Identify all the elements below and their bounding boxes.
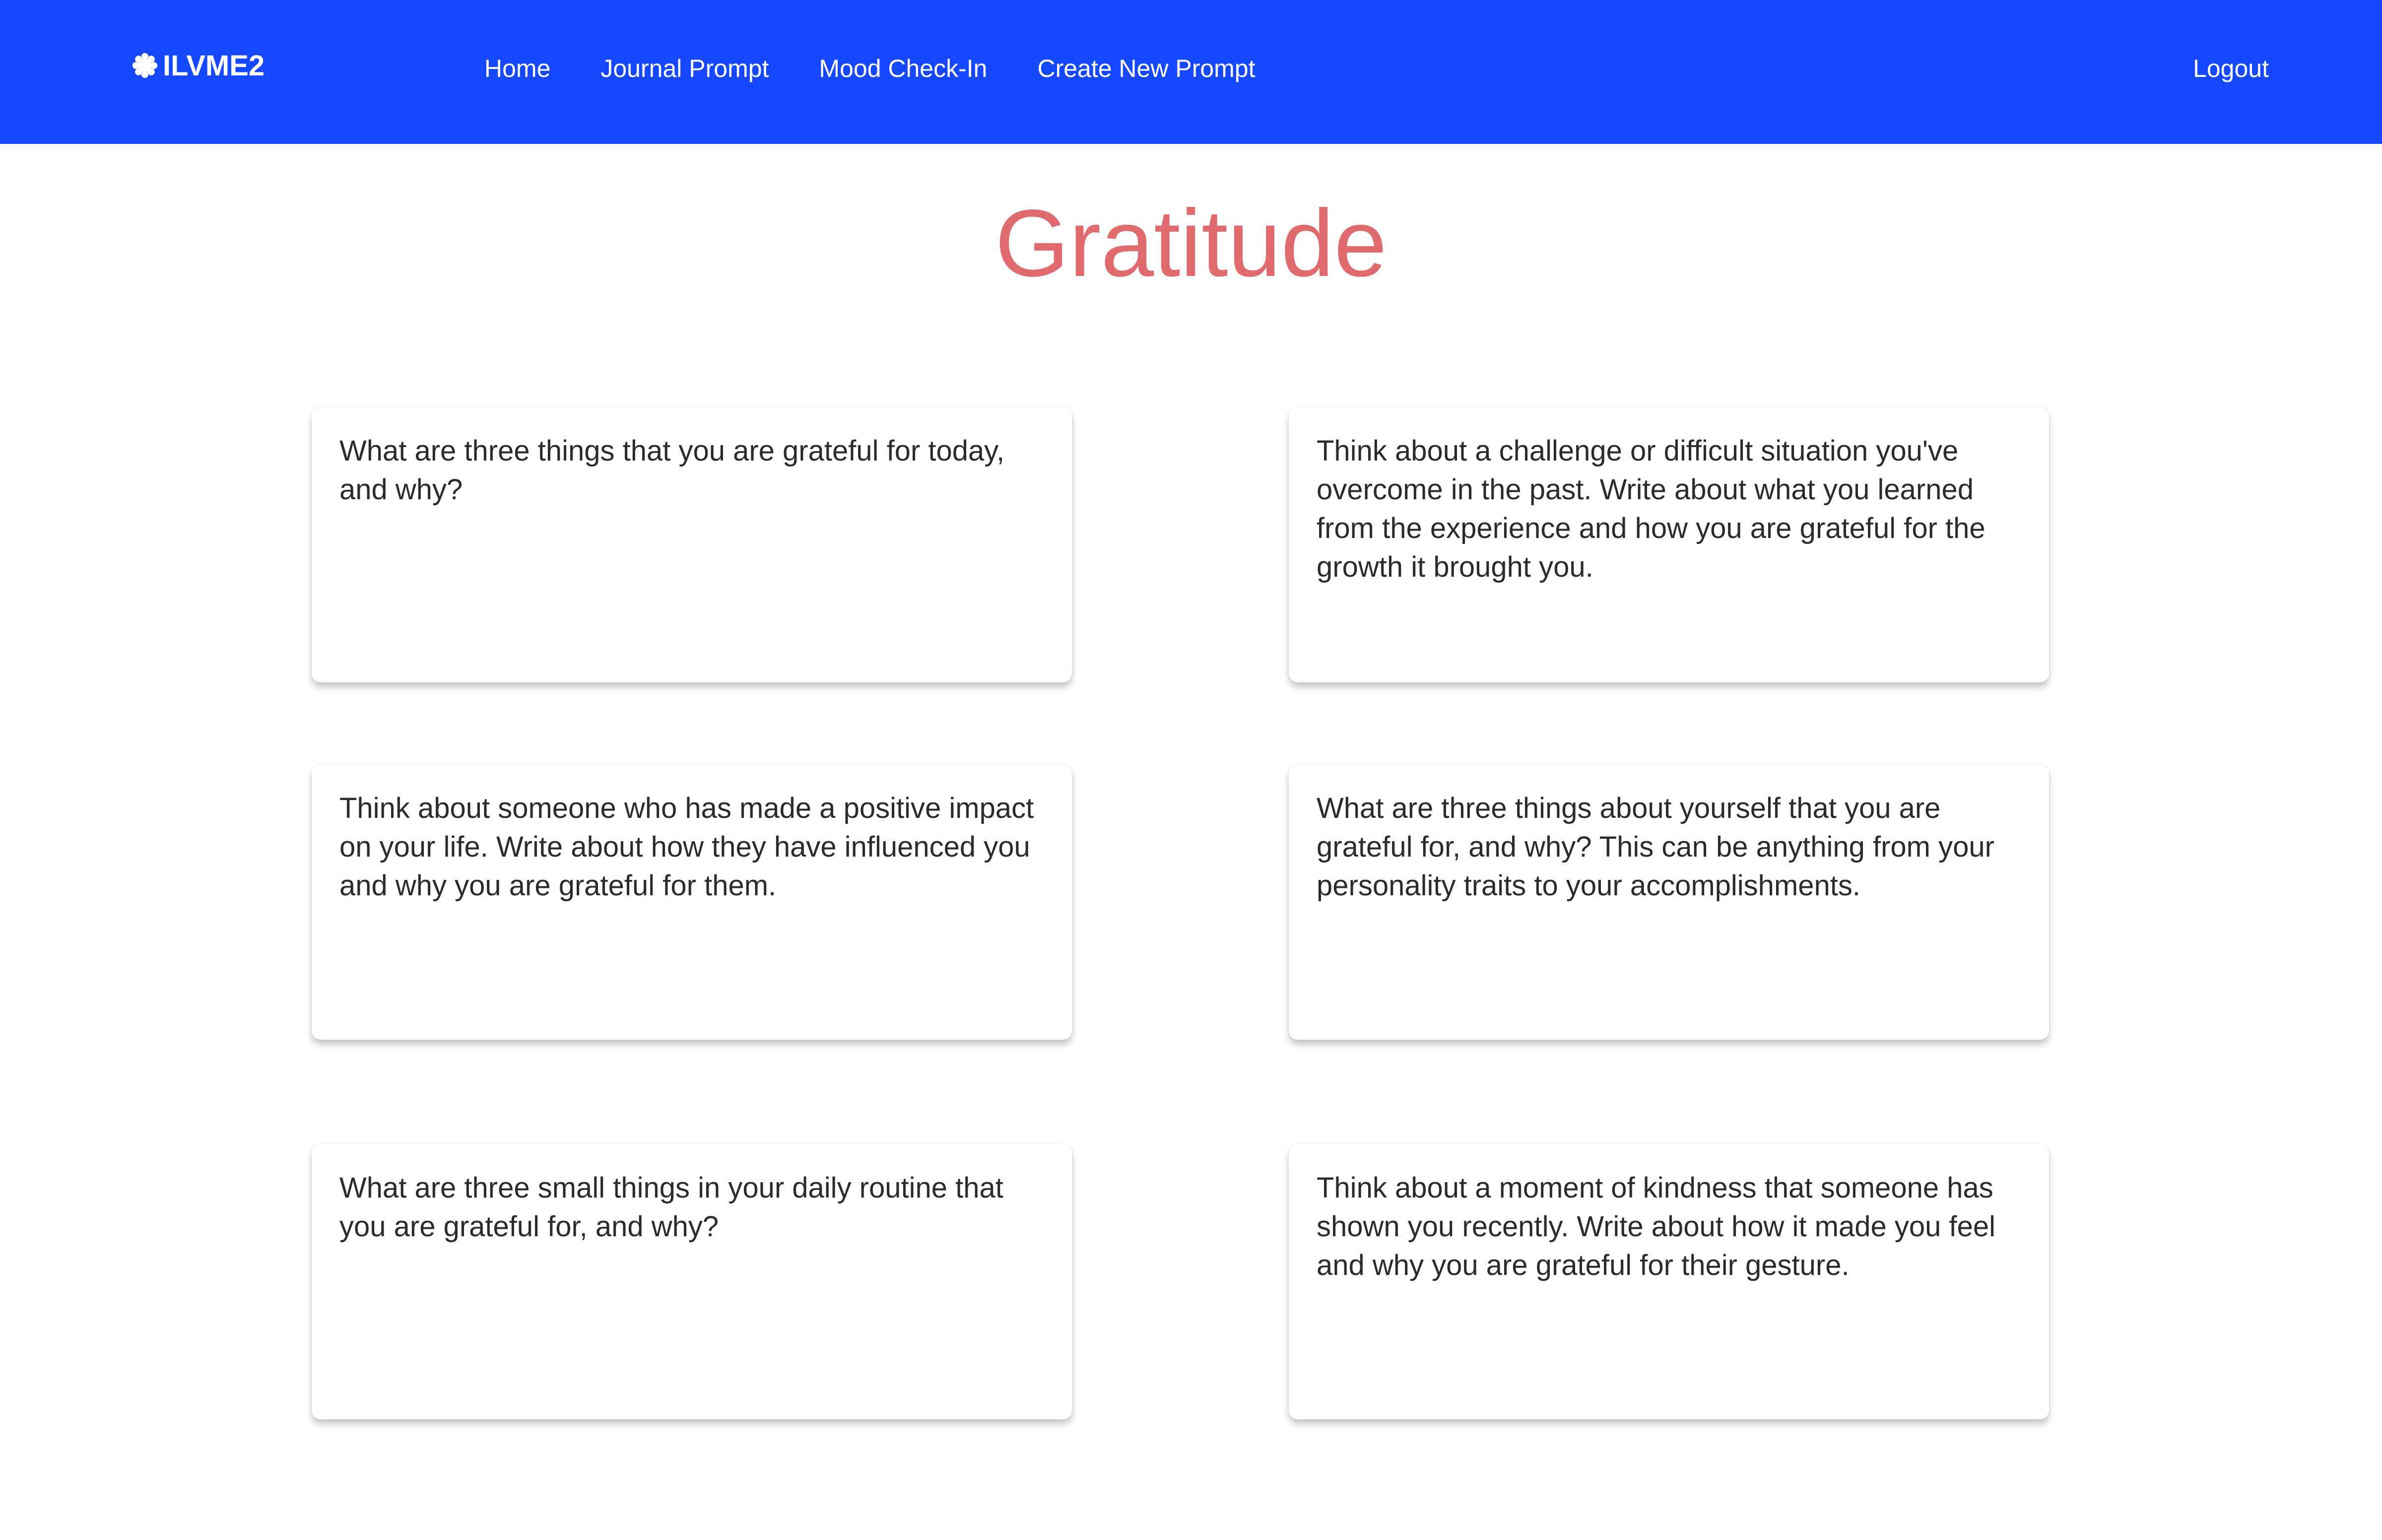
main-nav: Home Journal Prompt Mood Check-In Create…: [484, 51, 1256, 86]
prompt-card-5[interactable]: What are three small things in your dail…: [312, 1144, 1072, 1419]
prompt-text: What are three things about yourself tha…: [1317, 792, 1994, 902]
flower-icon: [132, 53, 158, 78]
prompt-text: Think about a moment of kindness that so…: [1317, 1172, 1996, 1281]
prompt-card-4[interactable]: What are three things about yourself tha…: [1289, 764, 2049, 1040]
nav-create-new-prompt[interactable]: Create New Prompt: [1037, 54, 1255, 83]
brand-logo-link[interactable]: ILVME2: [131, 46, 265, 85]
prompt-card-2[interactable]: Think about a challenge or difficult sit…: [1289, 407, 2049, 682]
logout-link[interactable]: Logout: [2193, 51, 2269, 86]
prompt-text: What are three small things in your dail…: [339, 1172, 1003, 1243]
nav-home[interactable]: Home: [484, 54, 550, 83]
nav-mood-check-in[interactable]: Mood Check-In: [819, 54, 987, 83]
prompt-text: What are three things that you are grate…: [339, 435, 1005, 506]
prompt-card-1[interactable]: What are three things that you are grate…: [312, 407, 1072, 682]
page-title: Gratitude: [995, 190, 1387, 296]
prompt-card-3[interactable]: Think about someone who has made a posit…: [312, 764, 1072, 1040]
nav-journal-prompt[interactable]: Journal Prompt: [600, 54, 769, 83]
prompt-text: Think about someone who has made a posit…: [339, 792, 1034, 902]
prompt-text: Think about a challenge or difficult sit…: [1317, 435, 1985, 583]
top-navbar: ILVME2 Home Journal Prompt Mood Check-In…: [0, 0, 2382, 144]
brand-name: ILVME2: [163, 49, 265, 82]
prompt-card-6[interactable]: Think about a moment of kindness that so…: [1289, 1144, 2049, 1419]
